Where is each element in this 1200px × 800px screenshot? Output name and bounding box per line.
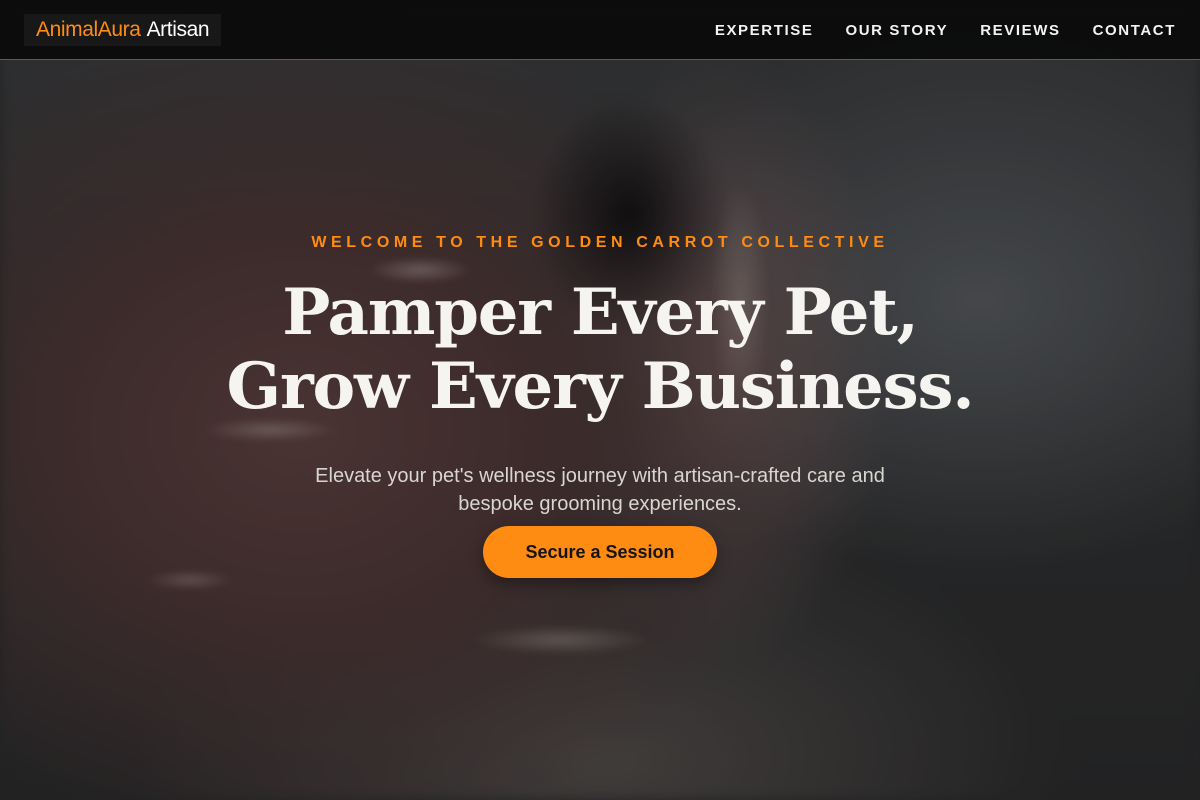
nav-link-expertise[interactable]: EXPERTISE [715,22,814,39]
nav-link-our-story[interactable]: OUR STORY [845,22,948,39]
brand-logo[interactable]: AnimalAura Artisan [24,14,222,46]
top-navbar: AnimalAura Artisan EXPERTISE OUR STORY RE… [0,0,1200,60]
brand-name-accent: AnimalAura [36,18,141,41]
hero-headline-line-2: Grow Every Business. [226,349,975,424]
brand-name-rest: Artisan [146,18,210,41]
landing-page: AnimalAura Artisan EXPERTISE OUR STORY RE… [0,0,1200,800]
hero-eyebrow: WELCOME TO THE GOLDEN CARROT COLLECTIVE [311,234,889,251]
hero-headline: Pamper Every Pet, Grow Every Business. [0,276,1200,424]
nav-link-reviews[interactable]: REVIEWS [980,22,1060,39]
hero-section: WELCOME TO THE GOLDEN CARROT COLLECTIVE … [0,0,1200,800]
hero-subtitle-line-2: bespoke grooming experiences. [458,493,742,515]
hero-headline-line-1: Pamper Every Pet, [282,275,919,350]
secure-session-button[interactable]: Secure a Session [483,526,717,578]
nav-menu: EXPERTISE OUR STORY REVIEWS CONTACT [683,0,1176,60]
nav-link-contact[interactable]: CONTACT [1093,22,1176,39]
hero-subtitle: Elevate your pet's wellness journey with… [270,462,930,518]
hero-subtitle-line-1: Elevate your pet's wellness journey with… [315,465,885,487]
